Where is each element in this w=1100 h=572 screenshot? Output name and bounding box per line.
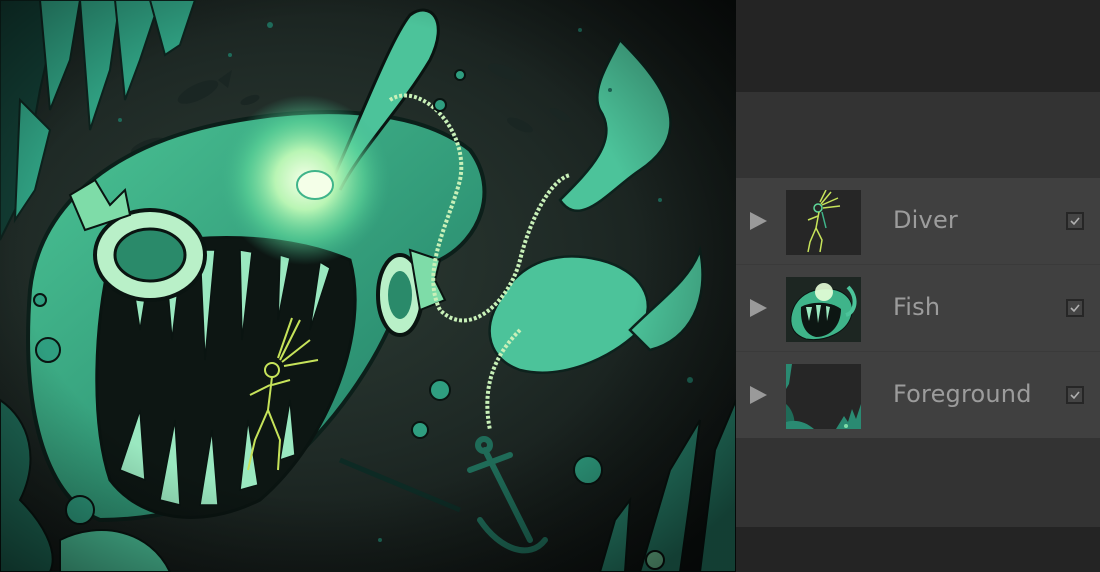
- layer-row-diver[interactable]: Diver: [736, 178, 1100, 265]
- layer-row-fish[interactable]: Fish: [736, 265, 1100, 352]
- panel-top-area: [736, 0, 1100, 92]
- fish-thumbnail[interactable]: [786, 277, 861, 342]
- expand-arrow-icon[interactable]: [750, 212, 767, 230]
- layer-name[interactable]: Fish: [893, 293, 940, 321]
- checkmark-icon: [1070, 217, 1080, 226]
- artwork-canvas[interactable]: [0, 0, 736, 572]
- visibility-checkbox[interactable]: [1066, 299, 1084, 317]
- panel-footer-area: [736, 438, 1100, 527]
- expand-arrow-icon[interactable]: [750, 299, 767, 317]
- panel-bottom-area: [736, 527, 1100, 572]
- diver-thumbnail[interactable]: [786, 190, 861, 255]
- anglerfish-artwork: [0, 0, 736, 572]
- checkmark-icon: [1070, 304, 1080, 313]
- expand-arrow-icon[interactable]: [750, 386, 767, 404]
- checkmark-icon: [1070, 391, 1080, 400]
- layers-panel: Diver Fish Foreground: [736, 0, 1100, 572]
- layer-row-foreground[interactable]: Foreground: [736, 352, 1100, 439]
- foreground-thumbnail[interactable]: [786, 364, 861, 429]
- layer-name[interactable]: Foreground: [893, 380, 1032, 408]
- visibility-checkbox[interactable]: [1066, 386, 1084, 404]
- layer-name[interactable]: Diver: [893, 206, 958, 234]
- layers-list: Diver Fish Foreground: [736, 178, 1100, 439]
- panel-header-area: [736, 92, 1100, 178]
- visibility-checkbox[interactable]: [1066, 212, 1084, 230]
